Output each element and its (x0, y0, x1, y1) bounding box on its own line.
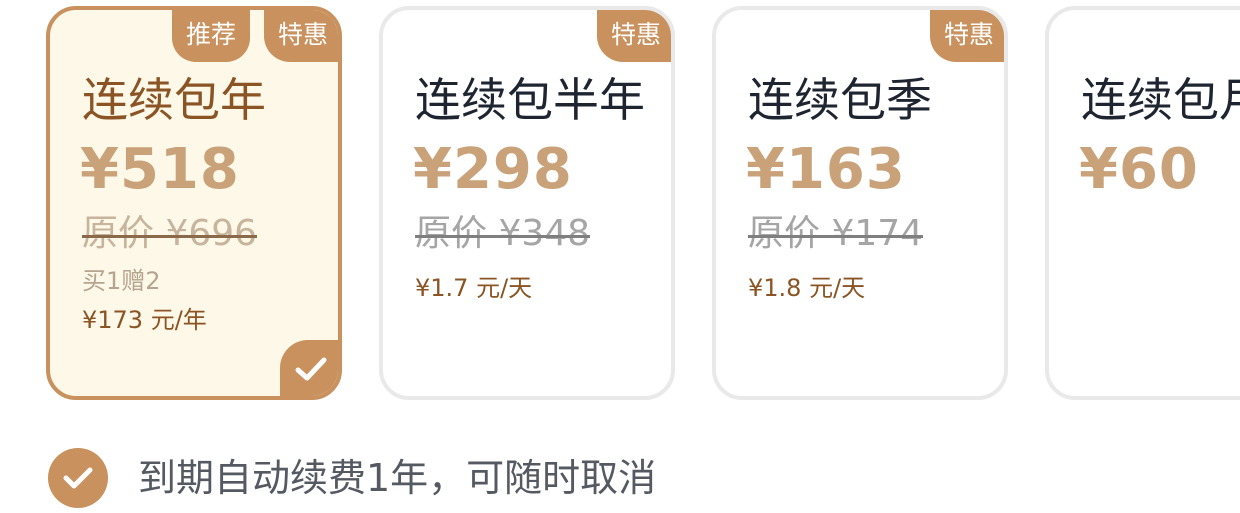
checkmark-icon (63, 467, 93, 489)
discount-badge: 特惠 (263, 10, 338, 62)
per-unit-price: ¥1.8 元/天 (748, 274, 866, 302)
strikethrough-line (415, 235, 591, 238)
discount-badge: 特惠 (596, 10, 671, 62)
recommend-badge: 推荐 (172, 10, 251, 62)
gift-note: 买1赠2 (82, 267, 161, 295)
plan-name: 连续包月 (1081, 73, 1240, 127)
plan-name: 连续包半年 (415, 73, 645, 127)
original-price-text: 原价 ¥696 (82, 213, 258, 254)
per-unit-price: ¥173 元/年 (82, 306, 207, 334)
plan-card-annual[interactable]: 推荐 特惠 连续包年 ¥518 原价 ¥696 买1赠2 ¥173 元/年 (46, 6, 342, 400)
plan-price: ¥518 (80, 137, 240, 202)
checkmark-icon (295, 357, 327, 381)
selected-indicator (280, 340, 338, 396)
original-price-text: 原价 ¥348 (415, 213, 591, 254)
plan-card-monthly[interactable]: 连续包月 ¥60 (1045, 6, 1240, 400)
plan-price: ¥60 (1079, 137, 1199, 202)
auto-renew-agreement: 到期自动续费1年，可随时取消 (48, 448, 656, 508)
agree-checkbox[interactable] (48, 448, 108, 508)
plan-name: 连续包季 (748, 73, 932, 127)
plan-name: 连续包年 (82, 73, 266, 127)
plan-card-quarterly[interactable]: 特惠 连续包季 ¥163 原价 ¥174 ¥1.8 元/天 (712, 6, 1008, 400)
strikethrough-line (748, 235, 924, 238)
agreement-text: 到期自动续费1年，可随时取消 (138, 456, 657, 500)
plan-card-half-year[interactable]: 特惠 连续包半年 ¥298 原价 ¥348 ¥1.7 元/天 (379, 6, 675, 400)
original-price: 原价 ¥348 (415, 212, 591, 256)
plan-price: ¥298 (413, 137, 573, 202)
plan-price: ¥163 (746, 137, 906, 202)
original-price: 原价 ¥174 (748, 212, 924, 256)
discount-badge: 特惠 (929, 10, 1004, 62)
original-price-text: 原价 ¥174 (748, 213, 924, 254)
per-unit-price: ¥1.7 元/天 (415, 274, 533, 302)
strikethrough-line (82, 235, 258, 238)
original-price: 原价 ¥696 (82, 212, 258, 256)
plan-selector: 推荐 特惠 连续包年 ¥518 原价 ¥696 买1赠2 ¥173 元/年 特惠… (0, 0, 1240, 513)
